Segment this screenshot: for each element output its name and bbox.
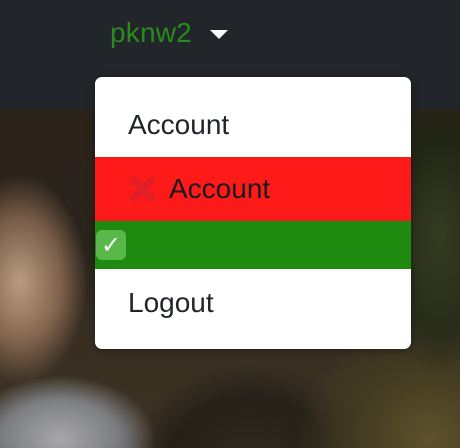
menu-item-label: Account — [128, 109, 230, 140]
menu-item-success[interactable]: ✓ — [95, 221, 411, 269]
menu-item-account-error[interactable]: Account — [95, 157, 411, 221]
username-label: pknw2 — [110, 17, 192, 48]
menu-item-label: Logout — [128, 287, 214, 318]
caret-down-icon — [209, 29, 228, 39]
page: pknw2 Account Account ✓ Logout — [0, 0, 460, 448]
user-menu-toggle[interactable]: pknw2 — [110, 14, 228, 52]
check-mark-icon: ✓ — [96, 230, 126, 260]
menu-item-account[interactable]: Account — [95, 94, 411, 156]
user-dropdown-menu: Account Account ✓ Logout — [95, 77, 411, 349]
cross-mark-icon — [126, 173, 158, 205]
menu-item-logout[interactable]: Logout — [95, 272, 411, 334]
menu-item-label: Account — [169, 173, 271, 204]
